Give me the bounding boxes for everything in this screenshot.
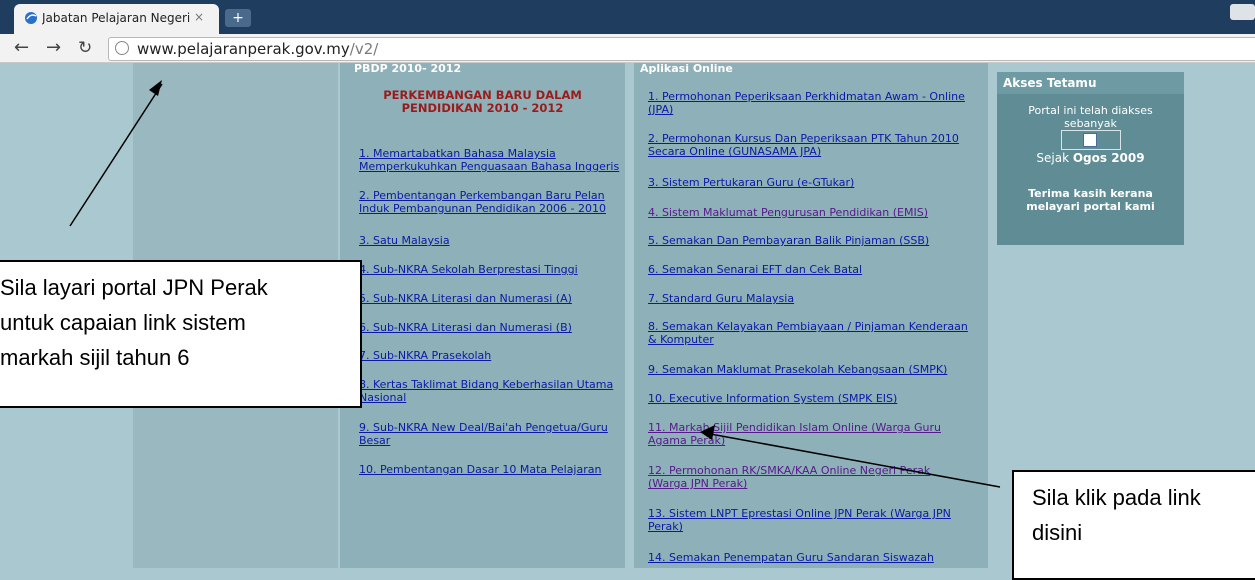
- callout-left-line-1: Sila layari portal JPN Perak: [0, 275, 268, 300]
- callout-visit-portal: Sila layari portal JPN Perak untuk capai…: [0, 260, 362, 408]
- callout-right-line-1: Sila klik pada link: [1032, 485, 1201, 510]
- arrow-to-url-line: [69, 83, 163, 227]
- callout-left-line-3: markah sijil tahun 6: [0, 345, 190, 370]
- callout-left-line-2: untuk capaian link sistem: [0, 310, 246, 335]
- arrow-to-link-line: [704, 432, 1001, 488]
- callout-right-line-2: disini: [1032, 520, 1083, 545]
- callout-click-link: Sila klik pada link disini: [1012, 470, 1255, 580]
- arrow-to-link-head: [700, 425, 715, 440]
